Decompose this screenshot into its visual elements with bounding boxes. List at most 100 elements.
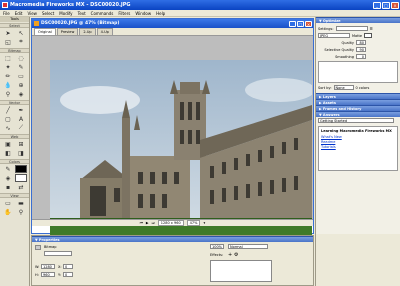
menu-help[interactable]: Help bbox=[156, 11, 165, 16]
whats-new-link[interactable]: What's New bbox=[321, 135, 395, 139]
menu-text[interactable]: Text bbox=[78, 11, 86, 16]
pen-tool-icon[interactable]: ✒ bbox=[15, 106, 27, 114]
tab-original[interactable]: Original bbox=[34, 28, 56, 35]
effects-label: Effects: bbox=[210, 253, 224, 257]
hide-slices-icon[interactable]: ◧ bbox=[2, 149, 14, 157]
panel-dock: ▼ Optimize Settings: ☰ JPEG Matte Qualit… bbox=[315, 17, 400, 234]
show-slices-icon[interactable]: ◨ bbox=[15, 149, 27, 157]
text-tool-icon[interactable]: A bbox=[15, 115, 27, 123]
pointer-tool-icon[interactable]: ➤ bbox=[2, 29, 14, 37]
x-label: X: bbox=[58, 265, 62, 269]
eyedropper-tool-icon[interactable]: ⚲ bbox=[2, 90, 14, 98]
menu-filters[interactable]: Filters bbox=[118, 11, 130, 16]
cathedral-photo[interactable] bbox=[50, 60, 312, 242]
tutorials-link[interactable]: Tutorials bbox=[321, 145, 395, 149]
play-icon[interactable]: ▶ bbox=[146, 221, 149, 225]
blend-mode-select[interactable]: Normal bbox=[228, 244, 268, 249]
fill-color-swatch[interactable] bbox=[15, 174, 27, 182]
settings-menu-icon[interactable]: ☰ bbox=[370, 27, 373, 31]
paint-bucket-tool-icon[interactable]: ◈ bbox=[15, 90, 27, 98]
scale-tool-icon[interactable]: ◱ bbox=[2, 38, 14, 46]
knife-tool-icon[interactable]: ⟋ bbox=[15, 124, 27, 132]
marquee-tool-icon[interactable]: ⬚ bbox=[2, 54, 14, 62]
menu-select[interactable]: Select bbox=[42, 11, 54, 16]
properties-panel: ▼ Properties Bitmap W: 1280 X: 0 H: 960 … bbox=[31, 235, 314, 286]
answers-topic-select[interactable]: Getting Started bbox=[318, 118, 394, 123]
hand-tool-icon[interactable]: ✋ bbox=[2, 208, 14, 216]
document-icon bbox=[34, 21, 39, 26]
rectangle-tool-icon[interactable]: ▢ bbox=[2, 115, 14, 123]
y-field[interactable]: 0 bbox=[63, 272, 73, 277]
first-frame-icon[interactable]: ⏮ bbox=[140, 221, 143, 225]
menu-bar: File Edit View Select Modify Text Comman… bbox=[0, 10, 400, 17]
eraser-tool-icon[interactable]: ▭ bbox=[15, 72, 27, 80]
x-field[interactable]: 0 bbox=[63, 264, 73, 269]
doc-maximize-button[interactable]: □ bbox=[297, 20, 304, 27]
blur-tool-icon[interactable]: 💧 bbox=[2, 81, 14, 89]
line-tool-icon[interactable]: ╱ bbox=[2, 106, 14, 114]
doc-close-button[interactable]: × bbox=[305, 20, 312, 27]
menu-window[interactable]: Window bbox=[135, 11, 151, 16]
bitmap-type-icon bbox=[35, 245, 41, 250]
standard-screen-icon[interactable]: ▭ bbox=[2, 199, 14, 207]
zoom-level[interactable]: 47% bbox=[186, 220, 201, 226]
panel-dock-bottom bbox=[315, 234, 400, 286]
zoom-dropdown-icon[interactable]: ▾ bbox=[203, 221, 205, 225]
subselect-tool-icon[interactable]: ↖ bbox=[15, 29, 27, 37]
selective-quality-label: Selective Quality bbox=[324, 47, 354, 52]
minimize-button[interactable]: _ bbox=[373, 1, 381, 9]
magic-wand-tool-icon[interactable]: ✦ bbox=[2, 63, 14, 71]
lasso-tool-icon[interactable]: ◌ bbox=[15, 54, 27, 62]
full-screen-menu-icon[interactable]: ▬ bbox=[15, 199, 27, 207]
stamp-tool-icon[interactable]: ⊕ bbox=[15, 81, 27, 89]
brush-tool-icon[interactable]: ✎ bbox=[15, 63, 27, 71]
add-effect-icon[interactable]: + bbox=[228, 252, 232, 258]
menu-modify[interactable]: Modify bbox=[59, 11, 72, 16]
default-colors-icon[interactable]: ▪ bbox=[2, 183, 14, 191]
tab-preview[interactable]: Preview bbox=[56, 28, 79, 35]
height-field[interactable]: 960 bbox=[41, 272, 55, 277]
menu-commands[interactable]: Commands bbox=[91, 11, 114, 16]
sort-by-label: Sort by: bbox=[318, 85, 332, 90]
readme-link[interactable]: Readme bbox=[321, 140, 395, 144]
hotspot-tool-icon[interactable]: ▣ bbox=[2, 140, 14, 148]
tab-2-up[interactable]: 2-Up bbox=[79, 28, 96, 35]
matte-label: Matte bbox=[352, 33, 363, 38]
tools-panel-title: Tools bbox=[0, 17, 29, 22]
document-window: DSC00020.JPG @ 47% (Bitmap) _ □ × Origin… bbox=[31, 18, 314, 242]
stroke-color-swatch[interactable] bbox=[15, 165, 27, 173]
tab-4-up[interactable]: 4-Up bbox=[96, 28, 113, 35]
selective-quality-field[interactable]: 90 bbox=[356, 47, 366, 52]
zoom-tool-icon[interactable]: ⚲ bbox=[15, 208, 27, 216]
stroke-color-icon[interactable]: ✎ bbox=[2, 165, 14, 173]
fireworks-app-icon[interactable] bbox=[2, 2, 8, 8]
next-frame-icon[interactable]: ⏭ bbox=[152, 221, 155, 225]
slice-tool-icon[interactable]: ⊞ bbox=[15, 140, 27, 148]
canvas-area[interactable]: ⏮ ▶ ⏭ 1280 x 960 47% ▾ bbox=[32, 36, 313, 242]
assets-panel-title: Assets bbox=[322, 101, 336, 105]
format-select[interactable]: JPEG bbox=[318, 33, 350, 38]
maximize-button[interactable]: □ bbox=[382, 1, 390, 9]
document-view-tabs: Original Preview 2-Up 4-Up bbox=[32, 28, 313, 36]
crop-tool-icon[interactable]: ⌗ bbox=[15, 38, 27, 46]
opacity-field[interactable]: 100% bbox=[210, 244, 224, 249]
swap-colors-icon[interactable]: ⇄ bbox=[15, 183, 27, 191]
frames-history-panel-title: Frames and History bbox=[322, 107, 362, 111]
effect-options-icon[interactable]: ⚙ bbox=[234, 252, 238, 258]
settings-select[interactable] bbox=[335, 26, 368, 31]
pencil-tool-icon[interactable]: ✏ bbox=[2, 72, 14, 80]
object-name-field[interactable] bbox=[44, 251, 72, 256]
document-status-bar: ⏮ ▶ ⏭ 1280 x 960 47% ▾ bbox=[32, 219, 313, 226]
matte-swatch[interactable] bbox=[364, 33, 373, 38]
fill-color-icon[interactable]: ◈ bbox=[2, 174, 14, 182]
close-button[interactable]: × bbox=[391, 1, 399, 9]
sort-by-select[interactable]: None bbox=[333, 85, 354, 90]
menu-file[interactable]: File bbox=[3, 11, 10, 16]
menu-edit[interactable]: Edit bbox=[15, 11, 23, 16]
width-field[interactable]: 1280 bbox=[41, 264, 55, 269]
smoothing-field[interactable]: 0 bbox=[356, 54, 366, 59]
menu-view[interactable]: View bbox=[27, 11, 37, 16]
freeform-tool-icon[interactable]: ∿ bbox=[2, 124, 14, 132]
doc-minimize-button[interactable]: _ bbox=[289, 20, 296, 27]
quality-field[interactable]: 80 bbox=[356, 40, 366, 45]
